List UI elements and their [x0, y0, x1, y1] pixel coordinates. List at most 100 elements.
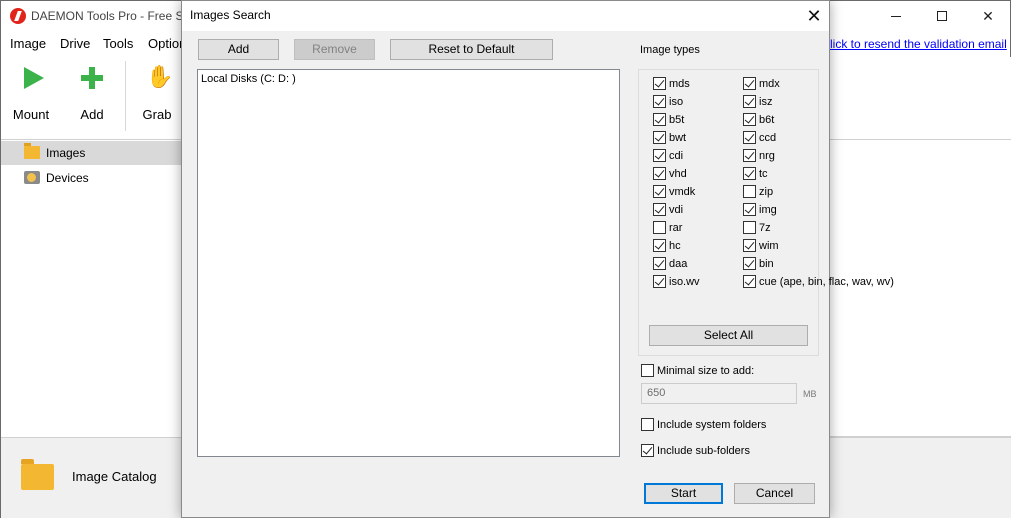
image-type-label: daa: [669, 258, 688, 270]
checkbox-box[interactable]: [641, 444, 654, 457]
reset-to-default-button[interactable]: Reset to Default: [390, 39, 553, 60]
include-system-folders-label: Include system folders: [657, 419, 767, 431]
plus-icon: [81, 67, 103, 89]
image-type-label: mds: [669, 78, 690, 90]
remove-location-button[interactable]: Remove: [294, 39, 375, 60]
image-catalog-label: Image Catalog: [72, 469, 157, 484]
checkbox-box[interactable]: [743, 203, 756, 216]
checkbox-box[interactable]: [653, 185, 666, 198]
checkbox-box[interactable]: [743, 221, 756, 234]
checkbox-box[interactable]: [641, 364, 654, 377]
checkbox-box[interactable]: [653, 113, 666, 126]
image-type-label: iso.wv: [669, 276, 700, 288]
image-type-label: iso: [669, 96, 684, 108]
checkbox-box[interactable]: [743, 113, 756, 126]
start-button[interactable]: Start: [644, 483, 723, 504]
grab-button[interactable]: ✋ Grab: [132, 63, 182, 123]
image-types-group: mds mdx iso isz b5t b6t bwt ccd cdi nrg vhd tc vmdk z…: [638, 69, 894, 356]
image-types-heading: Image types: [640, 44, 700, 56]
toolbar-divider: [125, 61, 126, 131]
grab-label: Grab: [142, 107, 172, 122]
sidebar-item-label: Images: [46, 146, 86, 160]
dialog-close-button[interactable]: ✕: [796, 3, 832, 29]
image-type-label: vhd: [669, 168, 687, 180]
include-sub-folders-label: Include sub-folders: [657, 445, 750, 457]
sidebar: Images Devices: [1, 139, 183, 437]
image-type-label: hc: [669, 240, 681, 252]
search-locations-list[interactable]: Local Disks (C: D: ): [197, 69, 620, 457]
play-icon: [24, 67, 44, 89]
minimal-size-label: Minimal size to add:: [657, 365, 755, 377]
checkbox-box[interactable]: [743, 239, 756, 252]
image-type-label: 7z: [759, 222, 771, 234]
menu-drive[interactable]: Drive: [60, 32, 90, 51]
checkbox-box[interactable]: [743, 131, 756, 144]
mount-label: Mount: [12, 107, 50, 122]
image-type-label: cue (ape, bin, flac, wav, wv): [759, 276, 894, 288]
checkbox-box[interactable]: [653, 275, 666, 288]
dialog-title: Images Search: [190, 8, 271, 22]
checkbox-box[interactable]: [743, 167, 756, 180]
mount-button[interactable]: Mount: [6, 63, 56, 123]
sidebar-item-devices[interactable]: Devices: [1, 166, 183, 190]
image-type-label: cdi: [669, 150, 684, 162]
image-type-label: zip: [759, 186, 774, 198]
image-type-label: vdi: [669, 204, 684, 216]
close-icon: ✕: [982, 7, 994, 24]
folder-icon: [24, 143, 40, 159]
maximize-button[interactable]: [919, 1, 965, 31]
checkbox-box[interactable]: [743, 95, 756, 108]
images-search-dialog: Images Search ✕ Add Remove Reset to Defa…: [181, 0, 894, 518]
checkbox-box[interactable]: [653, 257, 666, 270]
folder-icon: [21, 459, 54, 490]
hand-icon: ✋: [146, 64, 174, 89]
maximize-icon: [937, 11, 947, 21]
checkbox-box[interactable]: [743, 77, 756, 90]
checkbox-box[interactable]: [653, 203, 666, 216]
image-type-label: isz: [759, 96, 773, 108]
checkbox-box[interactable]: [743, 257, 756, 270]
image-type-label: rar: [669, 222, 683, 234]
resend-validation-link[interactable]: lick to resend the validation email: [830, 37, 1007, 51]
menu-image[interactable]: Image: [10, 32, 46, 51]
menu-tools[interactable]: Tools: [103, 32, 133, 51]
add-image-button[interactable]: Add: [67, 63, 117, 123]
minimal-size-input[interactable]: 650: [641, 383, 797, 404]
checkbox-box[interactable]: [653, 239, 666, 252]
list-item[interactable]: Local Disks (C: D: ): [201, 73, 296, 85]
cancel-button[interactable]: Cancel: [734, 483, 815, 504]
close-button[interactable]: ✕: [965, 1, 1011, 31]
app-title: DAEMON Tools Pro - Free Su: [31, 9, 191, 23]
dialog-titlebar: Images Search ✕: [182, 1, 829, 31]
image-type-label: img: [759, 204, 777, 216]
image-type-label: wim: [759, 240, 779, 252]
minimize-button[interactable]: [873, 1, 919, 31]
checkbox-box[interactable]: [653, 131, 666, 144]
select-all-button[interactable]: Select All: [649, 325, 808, 346]
disc-drive-icon: [24, 171, 40, 184]
checkbox-box[interactable]: [653, 95, 666, 108]
checkbox-box[interactable]: [743, 149, 756, 162]
toolbar-right-area: [830, 57, 1011, 139]
daemon-tools-logo-icon: [10, 8, 26, 24]
image-type-label: tc: [759, 168, 768, 180]
image-type-label: b5t: [669, 114, 685, 126]
image-type-label: mdx: [759, 78, 780, 90]
checkbox-box[interactable]: [653, 77, 666, 90]
image-type-label: bwt: [669, 132, 687, 144]
add-location-button[interactable]: Add: [198, 39, 279, 60]
image-type-label: nrg: [759, 150, 775, 162]
checkbox-box[interactable]: [743, 275, 756, 288]
image-type-label: bin: [759, 258, 774, 270]
checkbox-box[interactable]: [743, 185, 756, 198]
close-icon: ✕: [806, 6, 822, 26]
checkbox-box[interactable]: [653, 149, 666, 162]
sidebar-item-images[interactable]: Images: [1, 141, 183, 165]
minimal-size-unit: MB: [803, 389, 817, 399]
image-type-label: ccd: [759, 132, 777, 144]
sidebar-item-label: Devices: [46, 171, 89, 185]
checkbox-box[interactable]: [653, 167, 666, 180]
add-label: Add: [80, 107, 104, 122]
checkbox-box[interactable]: [653, 221, 666, 234]
checkbox-box[interactable]: [641, 418, 654, 431]
